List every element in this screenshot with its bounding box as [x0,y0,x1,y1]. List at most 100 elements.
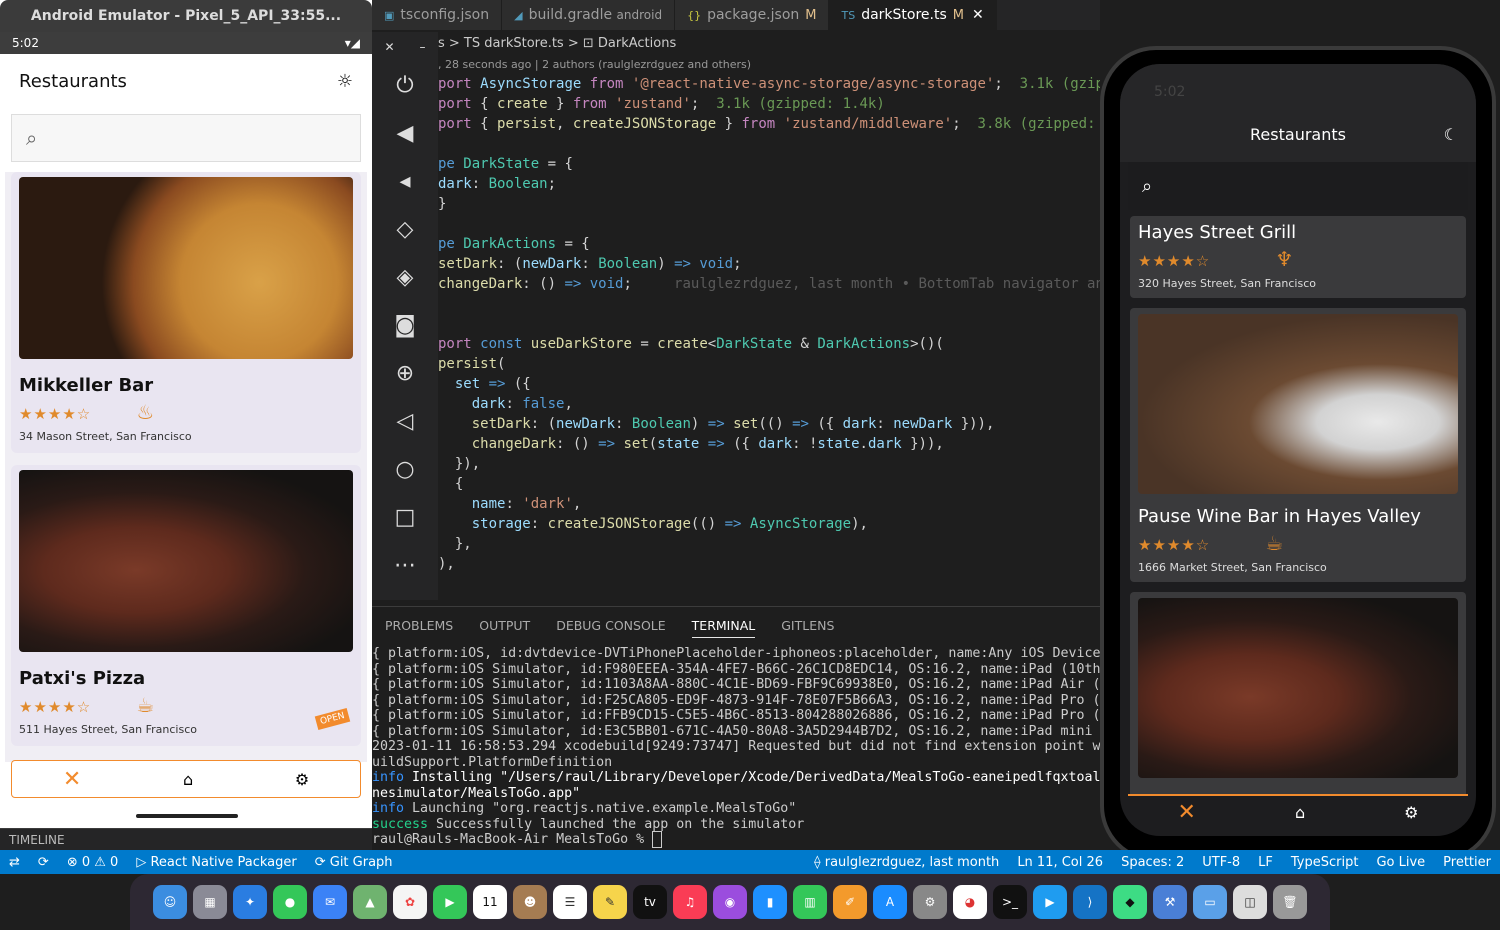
theme-toggle-icon[interactable]: ☼ [337,71,353,92]
camera-icon[interactable]: ◙ [394,302,415,350]
restaurant-card[interactable]: Hayes Street Grill ★★★★☆ ♆ 320 Hayes Str… [1130,216,1466,298]
overview-icon[interactable]: □ [395,494,416,542]
terminal-line: { platform:iOS Simulator, id:1103A8AA-88… [372,677,1100,692]
breadcrumb[interactable]: s > TS darkStore.ts > ⊡ DarkActions [438,36,676,51]
git-graph-item[interactable]: ⟳ Git Graph [315,855,393,870]
tab-darkstore[interactable]: TS darkStore.ts M ✕ [829,0,997,30]
tab-build-gradle[interactable]: ◢ build.gradle android [502,0,676,30]
restaurant-card[interactable]: Pause Wine Bar in Hayes Valley ★★★★☆ ☕ 1… [1130,308,1466,582]
sync-icon[interactable]: ⟳ [38,855,49,870]
theme-toggle-icon[interactable]: ☾ [1444,125,1458,144]
tab-problems[interactable]: PROBLEMS [385,614,453,637]
zoom-icon[interactable]: ⊕ [396,350,414,398]
reminders-icon[interactable]: ☰ [553,885,587,919]
restaurant-card[interactable]: Patxi's Pizza ★★★★☆ ☕ OPEN 511 Hayes Str… [11,465,361,746]
maps-icon[interactable]: ▲ [353,885,387,919]
tab-debug-console[interactable]: DEBUG CONSOLE [556,614,665,637]
preview-icon[interactable]: ◫ [1233,885,1267,919]
mail-icon[interactable]: ✉ [313,885,347,919]
restaurants-tab-icon[interactable]: ✕ [1178,800,1196,825]
rating-stars: ★★★★☆ [1138,252,1211,270]
settings-tab-icon[interactable]: ⚙ [1404,803,1418,822]
trash-icon[interactable]: 🗑 [1273,885,1307,919]
rotate-right-icon[interactable]: ◈ [397,254,414,302]
contacts-icon[interactable]: ☻ [513,885,547,919]
problems-indicator[interactable]: ⊗ 0 ⚠ 0 [67,855,119,870]
home-icon[interactable]: ○ [395,446,414,494]
go-live[interactable]: Go Live [1376,855,1425,870]
map-tab-icon[interactable]: ⌂ [183,770,193,789]
language-mode[interactable]: TypeScript [1291,855,1359,870]
packager-item[interactable]: ▷ React Native Packager [136,855,296,870]
tv-icon[interactable]: tv [633,885,667,919]
gradle-icon: ◢ [514,8,523,22]
terminal-prompt: raul@Rauls-MacBook-Air MealsToGo % [372,831,1100,848]
iphone-simulator: 5:02 Restaurants ☾ ⌕ Hayes Street Grill … [1100,46,1496,862]
minimize-icon[interactable]: – [420,32,426,62]
tab-gitlens[interactable]: GITLENS [781,614,834,637]
launchpad-icon[interactable]: ▦ [193,885,227,919]
pages-icon[interactable]: ✐ [833,885,867,919]
app-store-icon[interactable]: A [873,885,907,919]
home-indicator [136,814,238,818]
signal-icon: ▾◢ [344,36,360,50]
search-input[interactable]: ⌕ [1128,162,1468,210]
restaurant-photo [19,177,353,359]
restaurant-name: Pause Wine Bar in Hayes Valley [1138,506,1421,527]
terminal-line: { platform:iOS Simulator, id:F25CA805-ED… [372,692,1100,708]
safari-icon[interactable]: ✦ [233,885,267,919]
cursor-position[interactable]: Ln 11, Col 26 [1017,855,1103,870]
calendar-icon[interactable]: 11 [473,885,507,919]
power-icon[interactable]: ⏻ [396,62,413,110]
restaurant-card[interactable] [1130,592,1466,802]
system-settings-icon[interactable]: ⚙ [913,885,947,919]
timeline-section[interactable]: TIMELINE [0,828,372,850]
tab-tsconfig[interactable]: ▣ tsconfig.json [372,0,503,30]
terminal[interactable]: { platform:iOS, id:dvtdevice-DVTiPhonePl… [372,646,1100,850]
terminal-line: uildSupport.PlatformDefinition [372,754,613,770]
tab-terminal[interactable]: TERMINAL [691,614,756,638]
music-icon[interactable]: ♫ [673,885,707,919]
facetime-icon[interactable]: ▶ [433,885,467,919]
tab-package-json[interactable]: {} package.json M [675,0,830,30]
keynote-icon[interactable]: ▮ [753,885,787,919]
xcode-icon[interactable]: ⚒ [1153,885,1187,919]
rotate-left-icon[interactable]: ◇ [397,206,414,254]
close-icon[interactable]: ✕ [384,32,394,62]
more-icon[interactable]: ⋯ [394,542,416,590]
remote-icon[interactable]: ⇄ [9,855,20,870]
restaurant-card[interactable]: Mikkeller Bar ★★★★☆ ♨ 34 Mason Street, S… [11,172,361,453]
tab-output[interactable]: OUTPUT [479,614,530,637]
eol[interactable]: LF [1258,855,1273,870]
restaurant-address: 1666 Market Street, San Francisco [1138,561,1327,574]
encoding[interactable]: UTF-8 [1202,855,1240,870]
ios-app: 5:02 Restaurants ☾ ⌕ Hayes Street Grill … [1120,64,1476,836]
volume-down-icon[interactable]: ◂ [399,158,410,206]
vscode-icon[interactable]: ⟩ [1073,885,1107,919]
search-input[interactable]: ⌕ [11,114,361,162]
android-studio-icon[interactable]: ◆ [1113,885,1147,919]
ts-file-icon: TS [841,8,856,22]
close-tab-icon[interactable]: ✕ [972,7,984,23]
podcasts-icon[interactable]: ◉ [713,885,747,919]
restaurants-tab-icon[interactable]: ✕ [63,767,81,792]
code-editor[interactable]: port AsyncStorage from '@react-native-as… [438,74,1100,604]
simulator-icon[interactable]: ▶ [1033,885,1067,919]
chrome-icon[interactable]: ◕ [953,885,987,919]
volume-up-icon[interactable]: ◀ [397,110,414,158]
settings-tab-icon[interactable]: ⚙ [295,770,309,789]
folder-icon[interactable]: ▭ [1193,885,1227,919]
blame-item[interactable]: ⟠ raulglezrdguez, last month [814,855,999,870]
map-tab-icon[interactable]: ⌂ [1295,803,1305,822]
finder-icon[interactable]: ☺ [153,885,187,919]
photos-icon[interactable]: ✿ [393,885,427,919]
notes-icon[interactable]: ✎ [593,885,627,919]
back-icon[interactable]: ◁ [397,398,414,446]
numbers-icon[interactable]: ▥ [793,885,827,919]
restaurant-address: 320 Hayes Street, San Francisco [1138,277,1316,290]
terminal-app-icon[interactable]: >_ [993,885,1027,919]
indentation[interactable]: Spaces: 2 [1121,855,1184,870]
prettier[interactable]: Prettier [1443,855,1491,870]
messages-icon[interactable]: ● [273,885,307,919]
restaurant-name: Hayes Street Grill [1138,222,1297,243]
